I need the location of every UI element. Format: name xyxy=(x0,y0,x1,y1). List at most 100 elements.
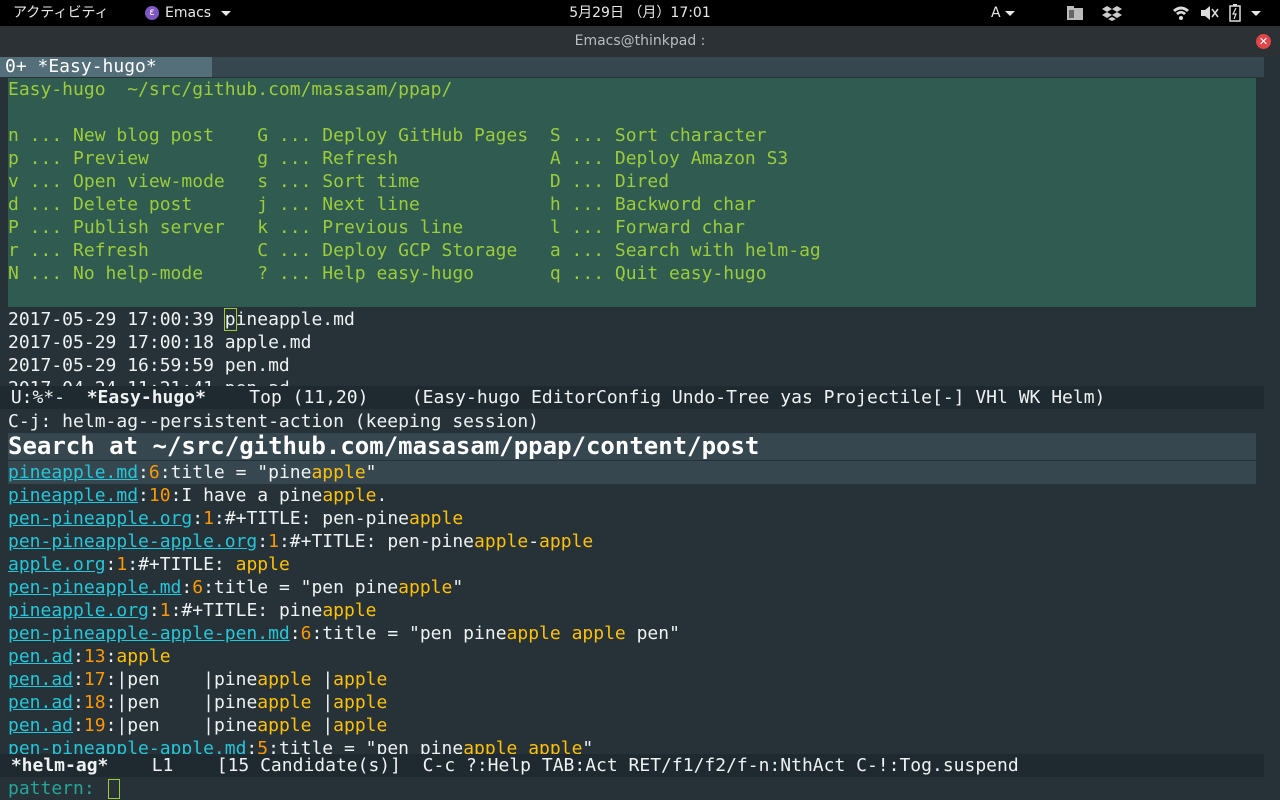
match-highlight: apple xyxy=(333,669,388,690)
helm-candidate[interactable]: pen-pineapple.md:6:title = "pen pineappl… xyxy=(8,576,1256,599)
match-highlight: apple xyxy=(333,692,388,713)
match-highlight: apple xyxy=(398,577,453,598)
helm-candidate[interactable]: pen.ad:18:|pen |pineapple |apple xyxy=(8,691,1256,714)
help-line: d ... Delete post j ... Next line h ... … xyxy=(8,194,756,215)
helm-candidate[interactable]: pen-pineapple.org:1:#+TITLE: pen-pineapp… xyxy=(8,507,1256,530)
separator: : xyxy=(105,715,117,736)
candidate-file-link[interactable]: pineapple.org xyxy=(8,600,149,621)
candidate-file-link[interactable]: pen-pineapple.org xyxy=(8,508,192,529)
separator: : xyxy=(105,554,117,575)
file-list-item[interactable]: 2017-05-29 16:59:59 pen.md xyxy=(8,354,290,377)
candidate-text: title = "pen pine xyxy=(213,577,399,598)
separator: : xyxy=(311,623,323,644)
candidate-line-number: 10 xyxy=(148,485,171,506)
helm-candidate[interactable]: pen-pineapple-apple.org:1:#+TITLE: pen-p… xyxy=(8,530,1256,553)
separator: : xyxy=(159,462,171,483)
match-highlight: apple xyxy=(409,508,464,529)
system-top-bar: アクティビティ ɛ Emacs 5月29日 （月）17:01 A xyxy=(0,0,1280,26)
match-highlight: apple xyxy=(257,669,312,690)
candidate-line-number: 5 xyxy=(257,738,269,754)
candidate-text: " xyxy=(452,577,464,598)
match-highlight: apple xyxy=(539,531,594,552)
file-list-item[interactable]: 2017-05-29 17:00:39 pineapple.md xyxy=(8,308,355,331)
helm-candidate[interactable]: pineapple.org:1:#+TITLE: pineapple xyxy=(8,599,1256,622)
separator: : xyxy=(170,485,182,506)
mode-line-modes[interactable]: (Easy-hugo EditorConfig Undo-Tree yas Pr… xyxy=(412,387,1106,408)
candidate-file-link[interactable]: pen.ad xyxy=(8,646,73,667)
helm-candidate[interactable]: pen.ad:19:|pen |pineapple |apple xyxy=(8,714,1256,737)
help-line: p ... Preview g ... Refresh A ... Deploy… xyxy=(8,148,789,169)
separator: : xyxy=(73,646,84,667)
helm-candidate[interactable]: pen.ad:17:|pen |pineapple |apple xyxy=(8,668,1256,691)
separator: : xyxy=(73,669,84,690)
file-list-item[interactable]: 2017-04-24 11:21:41 pen.ad xyxy=(8,377,290,386)
match-highlight: apple xyxy=(474,531,529,552)
volume-icon[interactable] xyxy=(1199,0,1219,26)
mode-line-buffer-name[interactable]: *Easy-hugo* xyxy=(87,387,206,408)
candidate-file-link[interactable]: apple.org xyxy=(8,554,106,575)
wifi-icon[interactable] xyxy=(1172,0,1190,26)
echo-message: C-j: helm-ag--persistent-action (keeping… xyxy=(8,411,540,432)
candidate-file-link[interactable]: pen-pineapple-apple.org xyxy=(8,531,257,552)
candidate-text: | xyxy=(311,669,334,690)
candidate-text: I have a pine xyxy=(181,485,323,506)
helm-candidate[interactable]: pineapple.md:6:title = "pineapple" xyxy=(8,461,1256,484)
help-line: n ... New blog post G ... Deploy GitHub … xyxy=(8,125,767,146)
helm-candidate[interactable]: pen.ad:13:apple xyxy=(8,645,1256,668)
separator: : xyxy=(170,600,182,621)
match-highlight: apple xyxy=(528,738,583,754)
app-menu[interactable]: ɛ Emacs xyxy=(145,0,232,26)
text-cursor xyxy=(107,779,120,799)
helm-candidate[interactable]: apple.org:1:#+TITLE: apple xyxy=(8,553,1256,576)
separator: : xyxy=(73,715,84,736)
candidate-file-link[interactable]: pen-pineapple-apple.md xyxy=(8,738,246,754)
separator: : xyxy=(127,554,139,575)
minibuffer[interactable]: pattern: xyxy=(8,777,120,800)
candidate-text: |pen |pine xyxy=(116,715,258,736)
candidate-file-link[interactable]: pen-pineapple-apple-pen.md xyxy=(8,623,290,644)
separator: : xyxy=(203,577,214,598)
candidate-file-link[interactable]: pen.ad xyxy=(8,692,73,713)
candidate-line-number: 6 xyxy=(192,577,204,598)
battery-icon[interactable] xyxy=(1228,0,1242,26)
clock[interactable]: 5月29日 （月）17:01 xyxy=(569,5,711,21)
candidate-text: #+TITLE: xyxy=(138,554,236,575)
chevron-down-icon xyxy=(221,10,232,16)
app-name: Emacs xyxy=(165,5,212,21)
candidate-file-link[interactable]: pen-pineapple.md xyxy=(8,577,181,598)
help-title: Easy-hugo ~/src/github.com/masasam/ppap/ xyxy=(8,79,453,100)
candidate-line-number: 13 xyxy=(83,646,106,667)
close-icon[interactable]: ✕ xyxy=(1256,34,1271,49)
tab-easy-hugo[interactable]: 0+ *Easy-hugo* xyxy=(0,57,212,77)
match-highlight: apple xyxy=(311,462,366,483)
helm-candidate[interactable]: pen-pineapple-apple-pen.md:6:title = "pe… xyxy=(8,622,1256,645)
input-method-indicator[interactable]: A xyxy=(991,0,1015,26)
candidate-text: #+TITLE: pen-pine xyxy=(289,531,475,552)
separator: : xyxy=(148,600,160,621)
dropbox-icon[interactable] xyxy=(1102,0,1122,26)
power-icon[interactable] xyxy=(1251,0,1261,26)
candidate-line-number: 1 xyxy=(203,508,214,529)
candidate-file-link[interactable]: pineapple.md xyxy=(8,462,138,483)
helm-candidate[interactable]: pen-pineapple-apple.md:5:title = "pen pi… xyxy=(8,737,1256,754)
match-highlight: apple xyxy=(322,485,377,506)
candidate-text: #+TITLE: pen-pine xyxy=(224,508,409,529)
candidate-line-number: 1 xyxy=(268,531,279,552)
folder-icon[interactable] xyxy=(1066,0,1084,26)
candidate-file-link[interactable]: pen.ad xyxy=(8,715,73,736)
separator: : xyxy=(105,669,117,690)
activities-button[interactable]: アクティビティ xyxy=(13,0,109,26)
separator: : xyxy=(278,531,290,552)
candidate-file-link[interactable]: pineapple.md xyxy=(8,485,138,506)
match-highlight: apple xyxy=(463,738,518,754)
minibuffer-prompt: pattern: xyxy=(8,778,106,799)
help-line: N ... No help-mode ? ... Help easy-hugo … xyxy=(8,263,767,284)
separator: : xyxy=(181,577,193,598)
text-cursor: p xyxy=(223,308,237,331)
separator: : xyxy=(105,646,117,667)
helm-candidate[interactable]: pineapple.md:10:I have a pineapple. xyxy=(8,484,1256,507)
candidate-line-number: 6 xyxy=(300,623,312,644)
file-list-item[interactable]: 2017-05-29 17:00:18 apple.md xyxy=(8,331,311,354)
candidate-file-link[interactable]: pen.ad xyxy=(8,669,73,690)
separator: : xyxy=(138,485,149,506)
